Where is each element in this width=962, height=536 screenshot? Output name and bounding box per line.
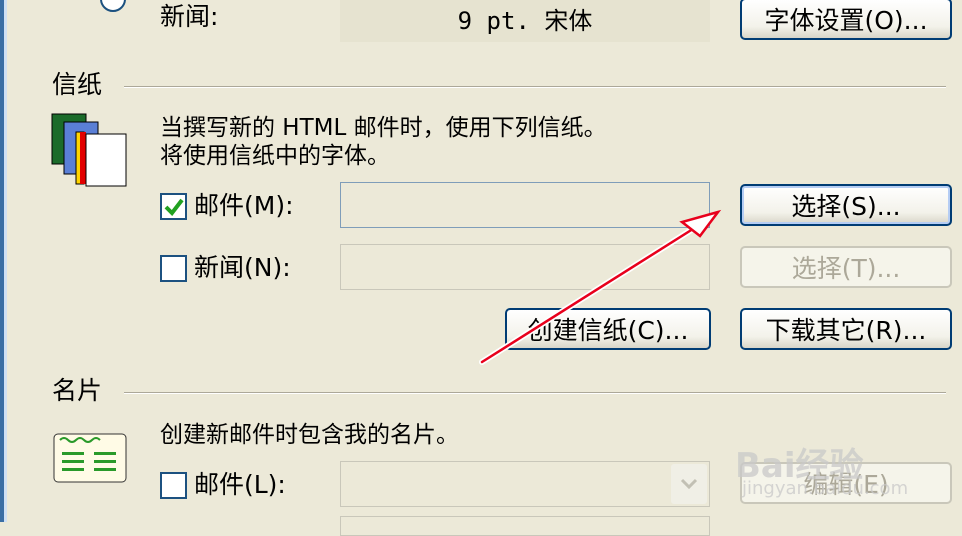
news-stationery-label: 新闻(N): (194, 253, 291, 282)
watermark-url: jingyan.baidu.com (742, 478, 909, 499)
news-font-settings-button[interactable]: 字体设置(O)... (740, 0, 952, 40)
stationery-description-line1: 当撰写新的 HTML 邮件时，使用下列信纸。 (160, 115, 607, 141)
checkmark-icon (164, 198, 184, 216)
window-left-border-highlight (4, 0, 7, 522)
dropdown-button[interactable] (671, 464, 707, 504)
business-card-description: 创建新邮件时包含我的名片。 (160, 422, 459, 448)
partial-bottom-field (340, 516, 710, 536)
business-card-icon (53, 433, 127, 483)
business-card-mail-checkbox[interactable] (160, 472, 187, 499)
business-card-divider (124, 392, 946, 394)
stationery-divider (124, 86, 946, 88)
mail-stationery-checkbox[interactable] (160, 193, 187, 220)
news-stationery-checkbox[interactable] (160, 255, 187, 282)
stationery-icon (51, 113, 127, 187)
download-more-button[interactable]: 下载其它(R)... (740, 308, 952, 350)
stationery-description-line2: 将使用信纸中的字体。 (160, 143, 390, 169)
news-font-label: 新闻: (160, 2, 219, 31)
radio-button-partial[interactable] (100, 0, 126, 12)
chevron-down-icon (680, 478, 698, 490)
mail-stationery-field (340, 182, 710, 228)
news-font-value-field: 9 pt. 宋体 (340, 0, 710, 42)
stationery-section-title: 信纸 (52, 70, 103, 99)
business-card-select[interactable] (340, 461, 710, 507)
business-card-mail-label: 邮件(L): (194, 470, 286, 499)
mail-stationery-select-button[interactable]: 选择(S)... (740, 184, 952, 226)
create-stationery-button[interactable]: 创建信纸(C)... (505, 308, 711, 350)
news-stationery-select-button[interactable]: 选择(T)... (740, 246, 952, 288)
news-stationery-field (340, 244, 710, 290)
business-card-section-title: 名片 (52, 376, 103, 405)
news-font-value: 9 pt. 宋体 (457, 6, 593, 35)
mail-stationery-label: 邮件(M): (194, 191, 294, 220)
